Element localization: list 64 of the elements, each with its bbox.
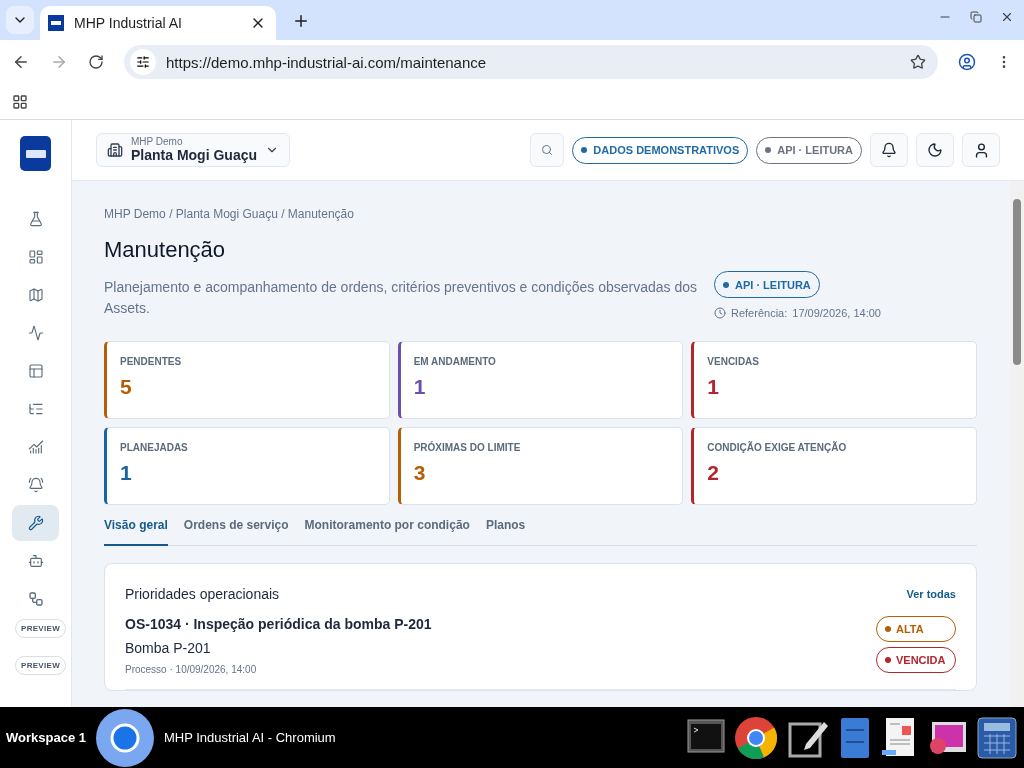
- building-icon: [107, 142, 123, 158]
- profile-icon[interactable]: [958, 53, 976, 71]
- see-all-link[interactable]: Ver todas: [906, 588, 956, 600]
- close-window-button[interactable]: [1000, 10, 1014, 24]
- bookmark-star-icon[interactable]: [910, 54, 926, 70]
- restore-button[interactable]: [970, 10, 982, 24]
- order-asset: Bomba P-201: [125, 640, 212, 656]
- logo-icon[interactable]: [20, 136, 51, 171]
- workflow-icon[interactable]: [27, 591, 44, 607]
- moon-icon: [927, 142, 943, 158]
- order-meta: Processo · 10/09/2026, 14:00: [125, 664, 258, 675]
- page-tab[interactable]: Ordens de serviço: [183, 518, 289, 546]
- page-title: Manutenção: [104, 237, 227, 263]
- stat-label: PLANEJADAS: [120, 442, 189, 453]
- page-tab[interactable]: Planos: [485, 518, 526, 546]
- tab-title: MHP Industrial AI: [74, 15, 183, 31]
- url-text: https://demo.mhp-industrial-ai.com/maintenance: [166, 53, 488, 71]
- breadcrumb: MHP Demo / Planta Mogi Guaçu / Manutenção: [104, 207, 355, 221]
- page-description: Planejamento e acompanhamento de ordens, critérios preventivos e condições observadas dos Assets.: [104, 278, 699, 318]
- panel-title: Prioridades operacionais: [125, 586, 280, 602]
- workspace-label: Workspace 1: [6, 730, 86, 745]
- page-tab[interactable]: Monitoramento por condição: [304, 518, 470, 546]
- browser-tab[interactable]: MHP Industrial AI: [40, 6, 276, 40]
- stat-value: 1: [707, 375, 720, 399]
- window-title[interactable]: MHP Industrial AI - Chromium: [163, 730, 336, 745]
- order-title: OS-1034 · Inspeção periódica da bomba P-201: [125, 616, 432, 632]
- org-name: MHP Demo: [131, 137, 184, 147]
- stat-value: 1: [413, 375, 427, 399]
- stat-value: 2: [707, 461, 720, 485]
- reload-button[interactable]: [88, 54, 104, 70]
- dark-mode-button[interactable]: [916, 133, 954, 167]
- reference-value: 17/09/2026, 14:00: [792, 307, 881, 319]
- stat-label: PENDENTES: [120, 356, 183, 367]
- user-button[interactable]: [962, 133, 1000, 167]
- chromium-icon[interactable]: [95, 708, 154, 767]
- wrench-icon[interactable]: [12, 505, 59, 541]
- plant-selector[interactable]: MHP Demo Planta Mogi Guaçu: [96, 133, 290, 167]
- calculator-icon[interactable]: [976, 715, 1018, 760]
- stat-value: 5: [120, 375, 133, 399]
- stat-label: VENCIDAS: [707, 356, 760, 367]
- back-button[interactable]: [12, 53, 30, 71]
- new-tab-button[interactable]: [292, 12, 310, 30]
- favicon-icon: [48, 15, 64, 31]
- page-tab[interactable]: Visão geral: [104, 518, 168, 546]
- stat-value: 1: [120, 461, 133, 485]
- stat-label: PRÓXIMAS DO LIMITE: [413, 442, 522, 453]
- site-settings-button[interactable]: [130, 49, 156, 75]
- tab-list-button[interactable]: [6, 6, 34, 34]
- search-icon: [541, 144, 554, 156]
- notifications-button[interactable]: [870, 133, 908, 167]
- stat-value: 3: [413, 461, 427, 485]
- stat-label: EM ANDAMENTO: [413, 356, 497, 367]
- apps-icon[interactable]: [12, 93, 28, 110]
- sliders-icon: [136, 55, 150, 69]
- file-cabinet-icon[interactable]: [838, 715, 872, 760]
- reference-label: Referência:: [731, 307, 788, 319]
- scrollbar[interactable]: [1010, 181, 1024, 707]
- clock-icon: [714, 307, 726, 319]
- stat-label: CONDIÇÃO EXIGE ATENÇÃO: [707, 442, 848, 453]
- address-bar[interactable]: https://demo.mhp-industrial-ai.com/maintenance: [124, 45, 938, 79]
- chrome-icon[interactable]: [734, 715, 778, 760]
- search-button[interactable]: [530, 133, 565, 167]
- plant-name: Planta Mogi Guaçu: [131, 147, 257, 163]
- bell-icon: [881, 142, 897, 158]
